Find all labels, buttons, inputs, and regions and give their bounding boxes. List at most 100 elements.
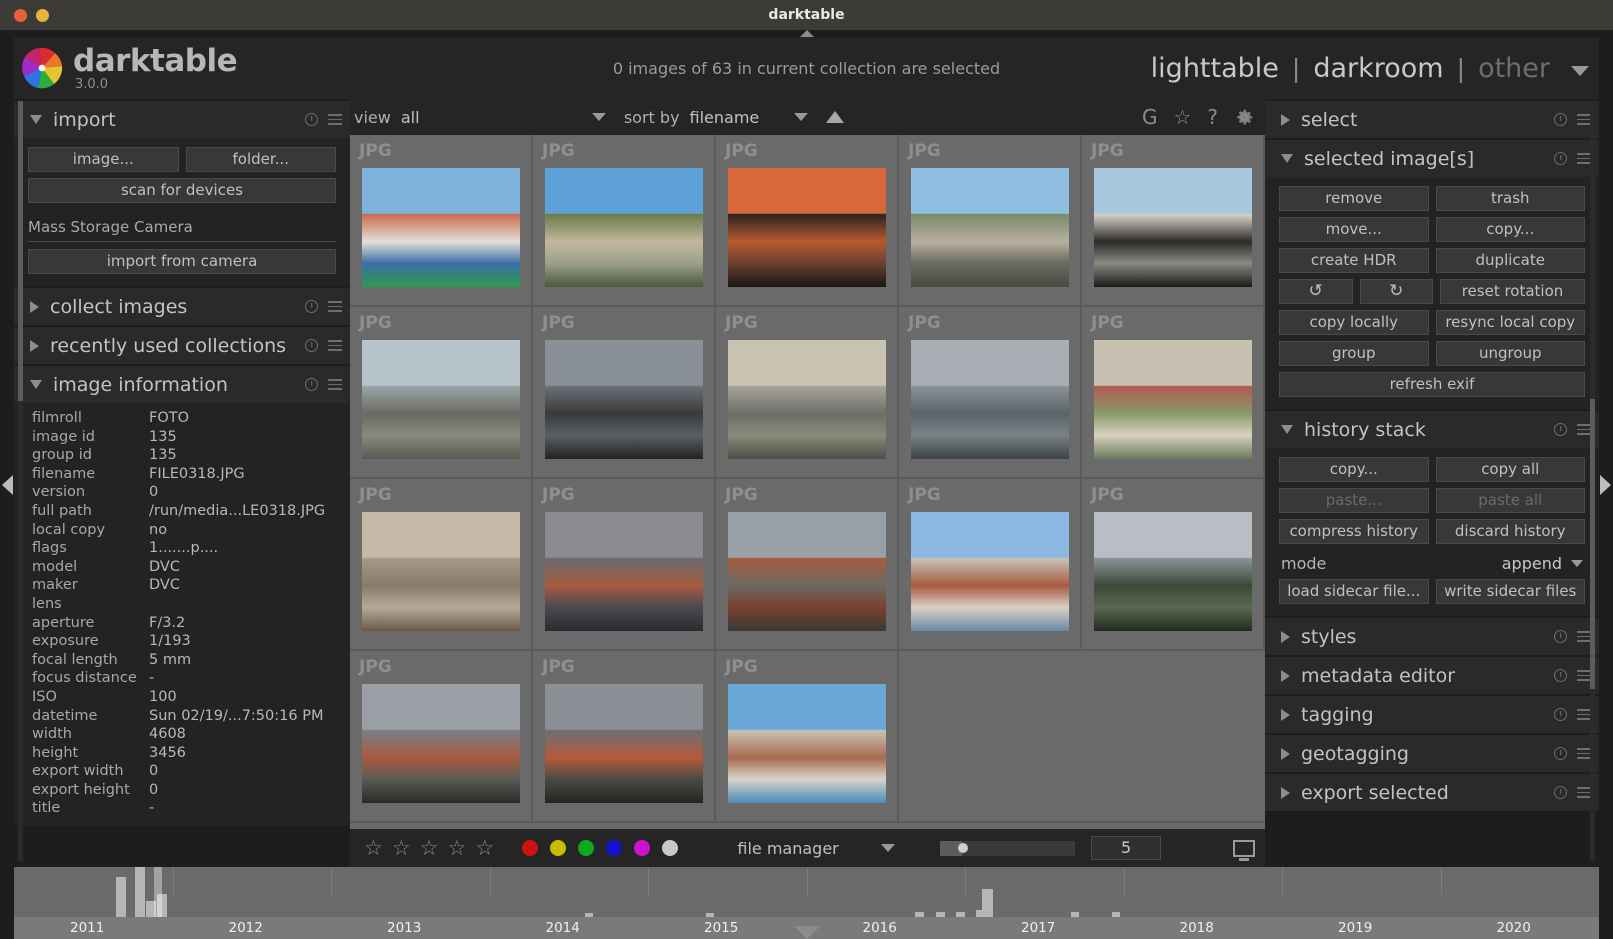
import-image-button[interactable]: image... <box>28 147 179 172</box>
overlays-star-icon[interactable]: ☆ <box>1173 107 1191 127</box>
thumbnail-cell[interactable]: JPG <box>716 479 899 651</box>
color-label-blue[interactable] <box>606 840 623 856</box>
presets-menu-icon[interactable] <box>1577 424 1591 435</box>
thumbnail-cell[interactable]: JPG <box>1082 479 1265 651</box>
thumbnail-image[interactable] <box>910 339 1069 459</box>
mode-darkroom[interactable]: darkroom <box>1313 53 1443 84</box>
presets-menu-icon[interactable] <box>1577 153 1591 164</box>
module-header-image-information[interactable]: image information <box>14 366 350 403</box>
copy-button[interactable]: copy... <box>1435 217 1585 242</box>
reset-icon[interactable] <box>1554 669 1567 682</box>
thumbnail-cell[interactable]: JPG <box>899 135 1082 307</box>
remove-button[interactable]: remove <box>1279 186 1429 211</box>
thumbnail-cell[interactable]: JPG <box>716 307 899 479</box>
thumbnail-image[interactable] <box>727 683 886 803</box>
resync-local-copy-button[interactable]: resync local copy <box>1435 310 1585 335</box>
module-header-tagging[interactable]: tagging <box>1265 696 1599 733</box>
copy-locally-button[interactable]: copy locally <box>1279 310 1429 335</box>
left-panel-collapse-arrow[interactable] <box>2 474 13 495</box>
reset-icon[interactable] <box>1554 708 1567 721</box>
thumbnail-image[interactable] <box>910 167 1069 287</box>
reset-icon[interactable] <box>305 113 318 126</box>
module-header-export-selected[interactable]: export selected <box>1265 774 1599 811</box>
thumbnail-cell[interactable]: JPG <box>350 479 533 651</box>
module-header-select[interactable]: select <box>1265 101 1599 138</box>
star-rating-filter[interactable]: ☆ ☆ ☆ ☆ ☆ <box>364 837 494 859</box>
reset-icon[interactable] <box>305 339 318 352</box>
thumbnail-image[interactable] <box>361 167 520 287</box>
presets-menu-icon[interactable] <box>1577 114 1591 125</box>
rotate-clockwise-icon[interactable]: ↻ <box>1359 279 1433 304</box>
thumbnail-cell[interactable]: JPG <box>1082 135 1265 307</box>
history-paste-all-button[interactable]: paste all <box>1435 488 1585 513</box>
thumbnail-image[interactable] <box>361 511 520 631</box>
compress-history-button[interactable]: compress history <box>1279 519 1429 544</box>
display-icon[interactable] <box>1232 839 1255 857</box>
rotate-counterclockwise-icon[interactable]: ↺ <box>1279 279 1353 304</box>
presets-menu-icon[interactable] <box>1577 748 1591 759</box>
star-rating-1-icon[interactable]: ☆ <box>364 837 383 859</box>
left-panel-scrollbar-thumb[interactable] <box>18 101 23 401</box>
mode-other[interactable]: other <box>1478 53 1550 84</box>
thumbnail-grid[interactable]: JPG JPG JPG JPG JPG JPG JPG JPG JPG JPG JPG JPG JPG J… <box>350 135 1265 829</box>
reset-icon[interactable] <box>1554 423 1567 436</box>
preferences-gear-icon[interactable] <box>1234 107 1255 128</box>
thumbnail-image[interactable] <box>544 683 703 803</box>
reset-icon[interactable] <box>305 378 318 391</box>
right-panel-collapse-arrow[interactable] <box>1600 474 1611 495</box>
zoom-level-value[interactable]: 5 <box>1091 836 1162 860</box>
history-copy-all-button[interactable]: copy all <box>1435 457 1585 482</box>
thumbnail-cell[interactable]: JPG <box>350 651 533 823</box>
reset-icon[interactable] <box>1554 113 1567 126</box>
reset-icon[interactable] <box>305 300 318 313</box>
module-header-recently-used-collections[interactable]: recently used collections <box>14 327 350 364</box>
reset-icon[interactable] <box>1554 630 1567 643</box>
thumbnail-image[interactable] <box>1093 167 1252 287</box>
reset-icon[interactable] <box>1554 152 1567 165</box>
thumbnail-image[interactable] <box>1093 511 1252 631</box>
reset-rotation-button[interactable]: reset rotation <box>1440 279 1585 304</box>
thumbnail-cell[interactable]: JPG <box>899 307 1082 479</box>
zoom-slider-knob[interactable] <box>958 843 969 853</box>
history-mode-row[interactable]: mode append <box>1279 550 1585 579</box>
presets-menu-icon[interactable] <box>328 379 342 390</box>
group-button[interactable]: group <box>1279 341 1429 366</box>
sort-by-combo[interactable]: filename <box>690 108 808 127</box>
module-header-history-stack[interactable]: history stack <box>1265 411 1599 448</box>
right-panel-scrollbar-thumb[interactable] <box>1590 399 1595 689</box>
module-header-geotagging[interactable]: geotagging <box>1265 735 1599 772</box>
history-paste-button[interactable]: paste... <box>1279 488 1429 513</box>
module-header-import[interactable]: import <box>14 101 350 138</box>
color-label-green[interactable] <box>578 840 595 856</box>
grouping-icon[interactable]: G <box>1142 107 1158 127</box>
color-label-red[interactable] <box>522 840 539 856</box>
presets-menu-icon[interactable] <box>328 301 342 312</box>
module-header-styles[interactable]: styles <box>1265 618 1599 655</box>
thumbnail-cell[interactable]: JPG <box>1082 307 1265 479</box>
view-filter-combo[interactable]: all <box>401 108 606 127</box>
thumbnail-image[interactable] <box>727 511 886 631</box>
presets-menu-icon[interactable] <box>1577 670 1591 681</box>
thumbnail-image[interactable] <box>910 511 1069 631</box>
color-label-purple[interactable] <box>634 840 651 856</box>
thumbnail-zoom-slider[interactable] <box>940 840 1076 856</box>
create-hdr-button[interactable]: create HDR <box>1279 248 1429 273</box>
move-button[interactable]: move... <box>1279 217 1429 242</box>
module-header-selected-images[interactable]: selected image[s] <box>1265 140 1599 177</box>
thumbnail-cell[interactable]: JPG <box>533 307 716 479</box>
bottom-panel-collapse-caret[interactable] <box>793 926 820 939</box>
reset-icon[interactable] <box>1554 786 1567 799</box>
trash-button[interactable]: trash <box>1435 186 1585 211</box>
star-rating-4-icon[interactable]: ☆ <box>447 837 466 859</box>
thumbnail-image[interactable] <box>544 511 703 631</box>
help-icon[interactable]: ? <box>1207 107 1218 127</box>
module-header-collect-images[interactable]: collect images <box>14 288 350 325</box>
import-folder-button[interactable]: folder... <box>185 147 336 172</box>
chevron-down-icon[interactable] <box>1571 66 1589 76</box>
star-rating-5-icon[interactable]: ☆ <box>475 837 494 859</box>
thumbnail-cell[interactable]: JPG <box>533 479 716 651</box>
ungroup-button[interactable]: ungroup <box>1435 341 1585 366</box>
duplicate-button[interactable]: duplicate <box>1435 248 1585 273</box>
scan-for-devices-button[interactable]: scan for devices <box>28 178 336 203</box>
presets-menu-icon[interactable] <box>328 340 342 351</box>
